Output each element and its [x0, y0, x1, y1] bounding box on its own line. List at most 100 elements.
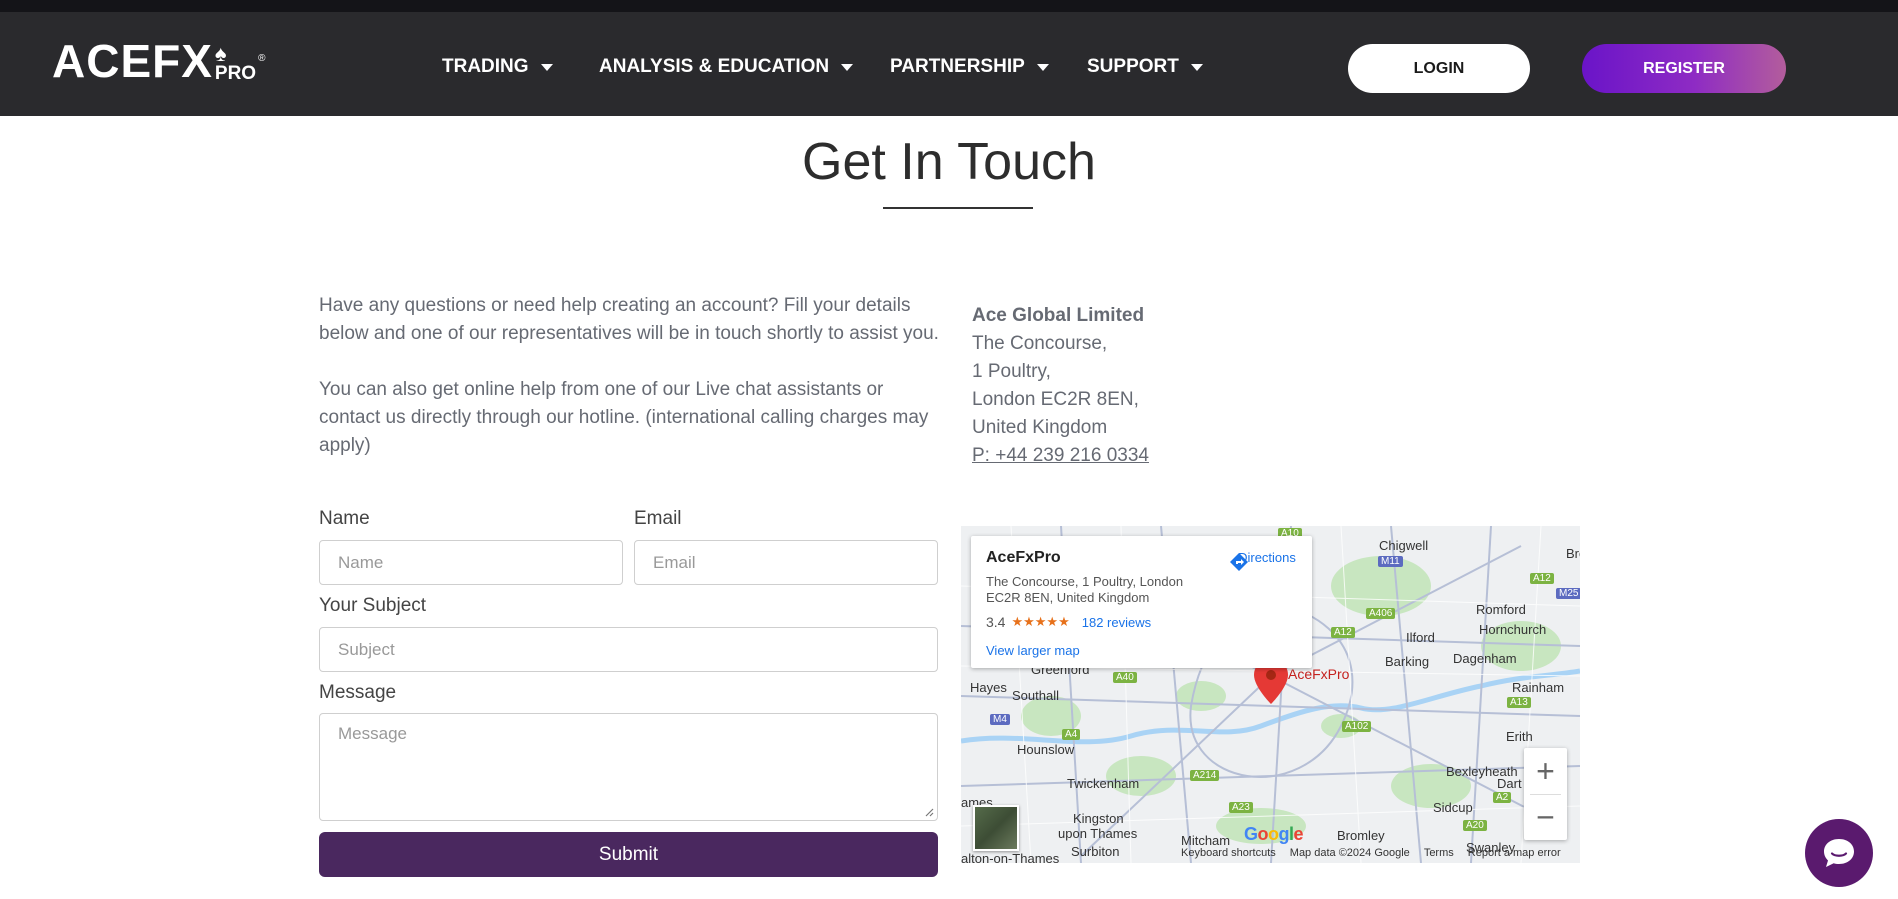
nav-trading-label: TRADING	[442, 56, 529, 77]
register-button[interactable]: REGISTER	[1582, 44, 1786, 93]
nav-analysis-education[interactable]: ANALYSIS & EDUCATION	[599, 56, 854, 78]
nav-support[interactable]: SUPPORT	[1087, 56, 1203, 78]
map-place-ilford: Ilford	[1406, 630, 1435, 645]
map-place-twickenham: Twickenham	[1067, 776, 1140, 791]
nav-analysis-label: ANALYSIS & EDUCATION	[599, 56, 830, 77]
phone-link[interactable]: P: +44 239 216 0334	[972, 442, 1149, 470]
intro-text: Have any questions or need help creating…	[319, 292, 939, 488]
road-a40: A40	[1113, 672, 1137, 683]
logo-text: ACEFX	[52, 35, 213, 87]
rating-value: 3.4	[986, 614, 1006, 630]
map-place-southall: Southall	[1012, 688, 1059, 703]
address-line-1: The Concourse,	[972, 333, 1108, 354]
road-a12b: A12	[1331, 627, 1355, 638]
map-place-upon-thames: upon Thames	[1058, 826, 1138, 841]
map-place-bre: Bre	[1566, 546, 1580, 561]
address-line-3: London EC2R 8EN,	[972, 389, 1139, 410]
road-a12a: A12	[1530, 573, 1554, 584]
road-a4: A4	[1062, 729, 1081, 740]
map-place-chigwell: Chigwell	[1379, 538, 1429, 553]
road-a406: A406	[1366, 608, 1396, 619]
view-larger-map-link[interactable]: View larger map	[986, 643, 1080, 658]
login-button[interactable]: LOGIN	[1348, 44, 1530, 93]
caret-down-icon	[1036, 63, 1049, 71]
page-title: Get In Touch	[0, 132, 1898, 192]
intro-paragraph-2: You can also get online help from one of…	[319, 379, 929, 456]
keyboard-shortcuts-link[interactable]: Keyboard shortcuts	[1181, 847, 1276, 863]
caret-down-icon	[841, 63, 854, 71]
live-chat-button[interactable]	[1805, 819, 1873, 887]
email-field[interactable]: Email	[634, 540, 938, 585]
map-place-hounslow: Hounslow	[1017, 742, 1075, 757]
place-name: AceFxPro	[986, 549, 1061, 566]
google-map[interactable]: Chigwell Bre Romford Hornchurch Ilford B…	[961, 526, 1580, 863]
logo-registered: ®	[258, 53, 266, 64]
map-place-mitcham: Mitcham	[1181, 833, 1231, 848]
caret-down-icon	[540, 63, 553, 71]
chat-bubble-icon	[1824, 839, 1854, 867]
road-m25: M25	[1556, 588, 1580, 599]
message-label: Message	[319, 682, 397, 703]
caret-down-icon	[1190, 63, 1203, 71]
map-place-romford: Romford	[1476, 602, 1526, 617]
road-m4: M4	[990, 714, 1010, 725]
place-rating: 3.4 ★★★★★ 182 reviews	[986, 614, 1151, 630]
place-info-card: AceFxPro The Concourse, 1 Poultry, Londo…	[971, 536, 1312, 668]
report-error-link[interactable]: Report a map error	[1468, 847, 1561, 863]
map-place-hornchurch: Hornchurch	[1479, 622, 1547, 637]
directions-button[interactable]: Directions	[1227, 550, 1307, 571]
message-field[interactable]: Message	[319, 713, 938, 821]
map-place-hayes: Hayes	[970, 680, 1007, 695]
map-place-rainham: Rainham	[1512, 680, 1565, 695]
map-place-walton: alton-on-Thames	[961, 851, 1060, 863]
map-place-surbiton: Surbiton	[1071, 844, 1120, 859]
map-pin-label[interactable]: AceFxPro	[1288, 666, 1349, 682]
subject-field[interactable]: Subject	[319, 627, 938, 672]
name-label: Name	[319, 508, 370, 529]
road-a23: A23	[1229, 802, 1253, 813]
satellite-toggle[interactable]	[973, 805, 1019, 851]
rating-stars-icon: ★★★★★	[1011, 614, 1070, 629]
contact-address: Ace Global Limited The Concourse, 1 Poul…	[972, 302, 1149, 470]
map-place-barking: Barking	[1385, 654, 1430, 669]
site-header: ACEFX ♠ PRO ® TRADING ANALYSIS & EDUCATI…	[0, 12, 1898, 116]
map-data-text: Map data ©2024 Google	[1289, 847, 1410, 859]
intro-paragraph-1: Have any questions or need help creating…	[319, 295, 939, 344]
terms-link[interactable]: Terms	[1424, 847, 1454, 863]
zoom-out-button[interactable]: −	[1524, 794, 1567, 840]
google-logo: Google	[1244, 824, 1304, 844]
nav-partnership[interactable]: PARTNERSHIP	[890, 56, 1049, 78]
top-strip	[0, 0, 1898, 12]
reviews-link[interactable]: 182 reviews	[1082, 615, 1151, 630]
road-a20: A20	[1463, 820, 1487, 831]
logo-pro: PRO	[214, 63, 257, 84]
zoom-controls: + −	[1524, 748, 1567, 840]
nav-trading[interactable]: TRADING	[442, 56, 553, 78]
road-a102: A102	[1342, 721, 1372, 732]
map-attribution: Keyboard shortcuts Map data ©2024 Google…	[1181, 847, 1561, 863]
nav-partnership-label: PARTNERSHIP	[890, 56, 1025, 77]
road-a13: A13	[1507, 697, 1531, 708]
map-place-dart: Dart	[1497, 776, 1522, 791]
page-title-text: Get In Touch	[802, 133, 1096, 191]
road-a214: A214	[1190, 770, 1220, 781]
map-place-erith: Erith	[1506, 729, 1533, 744]
address-line-2: 1 Poultry,	[972, 361, 1051, 382]
name-field[interactable]: Name	[319, 540, 623, 585]
title-divider	[883, 207, 1033, 209]
resize-handle-icon[interactable]	[924, 807, 934, 817]
road-a2: A2	[1493, 792, 1512, 803]
address-line-4: United Kingdom	[972, 417, 1108, 438]
company-name: Ace Global Limited	[972, 305, 1145, 326]
email-label: Email	[634, 508, 682, 529]
site-logo[interactable]: ACEFX ♠ PRO ®	[52, 34, 265, 84]
spade-icon: ♠	[214, 41, 227, 66]
road-m11: M11	[1378, 556, 1403, 567]
place-address: The Concourse, 1 Poultry, London EC2R 8E…	[986, 574, 1184, 605]
map-place-bromley: Bromley	[1337, 828, 1385, 843]
message-placeholder: Message	[338, 724, 407, 743]
map-place-sidcup: Sidcup	[1433, 800, 1473, 815]
submit-button[interactable]: Submit	[319, 832, 938, 877]
nav-support-label: SUPPORT	[1087, 56, 1179, 77]
zoom-in-button[interactable]: +	[1524, 748, 1567, 794]
